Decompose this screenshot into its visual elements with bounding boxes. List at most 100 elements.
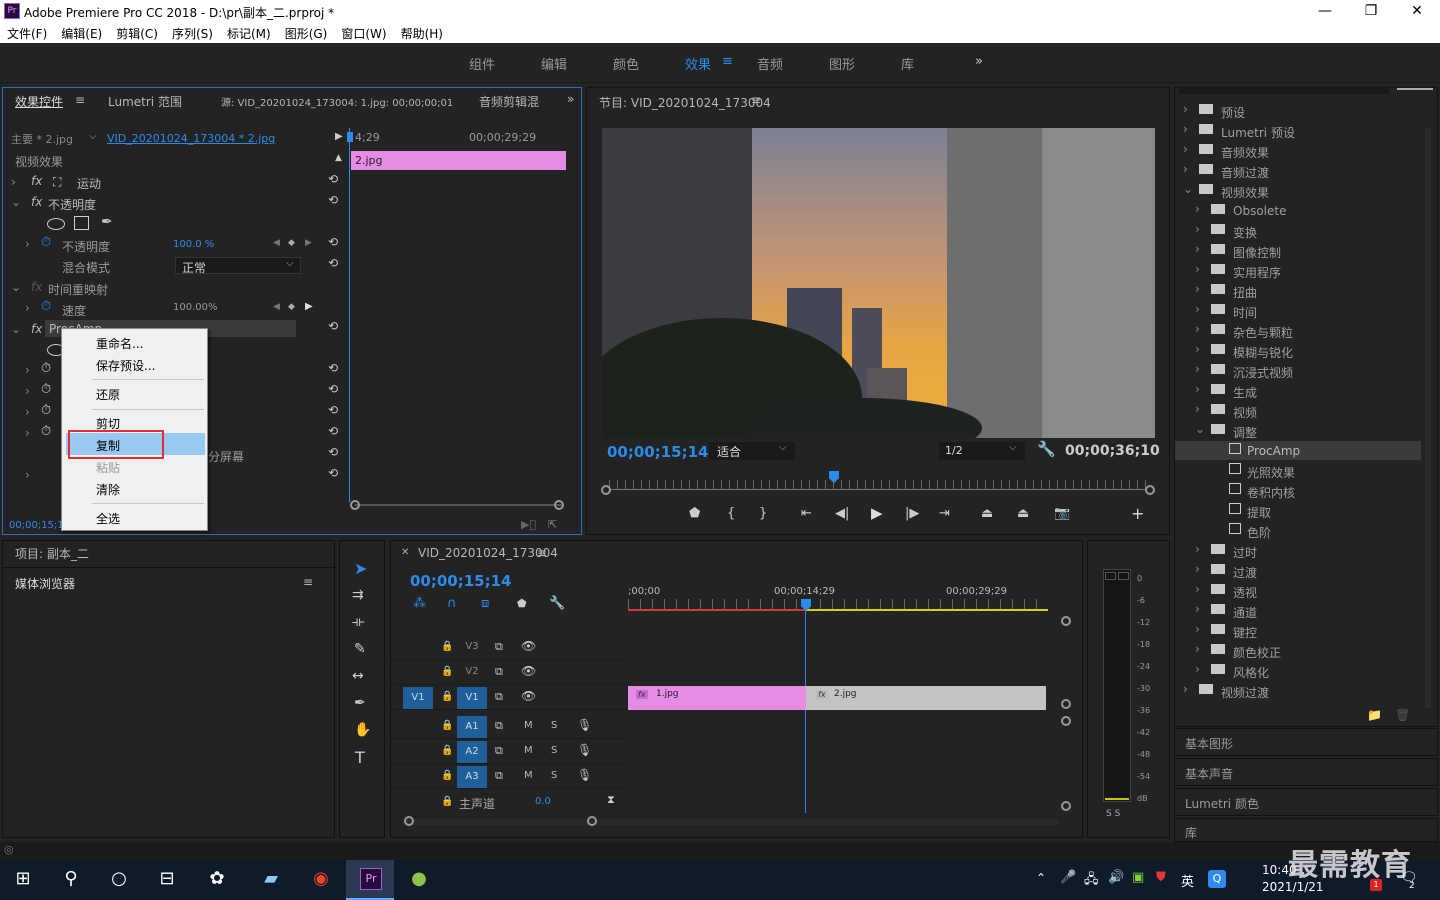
clip-selector[interactable]: VID_20201024_173004 * 2.jpg — [107, 132, 275, 145]
workspace-editing[interactable]: 编辑 — [541, 54, 567, 73]
reset-1-icon[interactable]: ⟲ — [328, 361, 338, 375]
clip-2[interactable]: fx 2.jpg — [806, 686, 1046, 710]
h-scroll-right[interactable] — [587, 816, 597, 826]
nest-toggle-icon[interactable]: ⁂ — [413, 596, 426, 611]
ec-playhead[interactable] — [349, 128, 350, 502]
add-button-icon[interactable]: + — [1131, 504, 1144, 523]
chevron-down-icon[interactable]: ⌄ — [1183, 182, 1193, 196]
blend-mode-select[interactable]: 正常 ⌵ — [175, 257, 301, 275]
opacity-param-chevron-icon[interactable]: › — [25, 237, 30, 251]
effects-tree-item[interactable]: › 音频效果 — [1175, 141, 1421, 160]
effects-tree-item[interactable]: 色阶 — [1175, 521, 1421, 540]
essential-graphics-panel[interactable]: 基本图形 — [1174, 728, 1438, 756]
lock-icon[interactable]: 🔒 — [441, 770, 453, 781]
effects-tree-item[interactable]: › 通道 — [1175, 601, 1421, 620]
maximize-button[interactable]: ❐ — [1348, 0, 1394, 23]
ec-playhead-handle[interactable] — [347, 132, 353, 142]
add-marker-timeline-icon[interactable]: ⬟ — [517, 597, 527, 610]
cortana-icon[interactable]: ○ — [106, 868, 132, 892]
timeline-timecode[interactable]: 00;00;15;14 — [410, 572, 512, 590]
param1-chevron-icon[interactable]: › — [25, 363, 30, 377]
mute-button[interactable]: M — [524, 770, 533, 781]
program-zoom-right[interactable] — [1145, 485, 1155, 495]
effects-tree-item[interactable]: ProcAmp — [1175, 441, 1421, 460]
chevron-right-icon[interactable]: › — [1195, 602, 1200, 616]
ec-filter-icon[interactable]: ▶⃠ — [521, 518, 536, 531]
menu-copy[interactable]: 复制 — [96, 437, 120, 454]
chevron-right-icon[interactable]: › — [1195, 382, 1200, 396]
timeline-playhead[interactable] — [805, 607, 806, 813]
ec-zoom-handle-right[interactable] — [554, 500, 564, 510]
effects-tree-item[interactable]: › 模糊与锐化 — [1175, 341, 1421, 360]
delete-icon[interactable]: 🗑 — [1395, 708, 1410, 722]
task-view-icon[interactable]: ⊟ — [154, 868, 180, 892]
chevron-right-icon[interactable]: › — [1195, 662, 1200, 676]
razor-tool-icon[interactable]: ✎ — [354, 641, 366, 657]
effects-tree-item[interactable]: ⌄ 视频效果 — [1175, 181, 1421, 200]
qq-icon[interactable]: Q — [1208, 870, 1226, 888]
program-menu-icon[interactable]: ≡ — [751, 93, 761, 107]
panel-menu-icon[interactable]: ≡ — [75, 93, 85, 107]
speed-next-keyframe-icon[interactable]: ▶ — [305, 301, 313, 312]
effects-tree-item[interactable]: 卷积内核 — [1175, 481, 1421, 500]
sync-lock-icon[interactable]: ⧉ — [495, 640, 503, 654]
chevron-right-icon[interactable]: › — [1195, 282, 1200, 296]
chevron-right-icon[interactable]: › — [1183, 682, 1188, 696]
add-marker-icon[interactable]: ⬟ — [689, 506, 700, 521]
menu-save-preset[interactable]: 保存预设... — [96, 357, 155, 374]
video-frame[interactable] — [602, 128, 1155, 438]
motion-expand-chevron-icon[interactable]: › — [11, 175, 16, 189]
prev-keyframe-icon[interactable]: ◀ — [273, 238, 280, 248]
ellipse-mask-icon[interactable] — [47, 218, 65, 230]
tray-expand-icon[interactable]: ⌃ — [1036, 871, 1046, 885]
program-timecode[interactable]: 00;00;15;14 — [607, 443, 709, 461]
speed-prev-keyframe-icon[interactable]: ◀ — [273, 302, 280, 312]
effects-tree-item[interactable]: › 生成 — [1175, 381, 1421, 400]
lock-icon[interactable]: 🔒 — [441, 641, 453, 652]
effects-tree-item[interactable]: › 过时 — [1175, 541, 1421, 560]
track-label-a1[interactable]: A1 — [457, 716, 487, 738]
chevron-right-icon[interactable]: › — [1195, 242, 1200, 256]
effects-tree-item[interactable]: › 图像控制 — [1175, 241, 1421, 260]
sync-lock-icon[interactable]: ⧉ — [495, 719, 503, 733]
mark-out-icon[interactable]: } — [759, 506, 767, 521]
ec-zoom-scrollbar[interactable] — [355, 504, 563, 506]
h-scrollbar[interactable] — [403, 819, 1059, 825]
stopwatch-opacity-icon[interactable]: ⏱ — [41, 235, 51, 250]
chevron-right-icon[interactable]: › — [1195, 622, 1200, 636]
premiere-taskbar-button[interactable]: Pr — [346, 860, 394, 900]
close-button[interactable]: ✕ — [1394, 0, 1440, 23]
solo-button[interactable]: S — [551, 770, 557, 781]
effects-tree-item[interactable]: › Lumetri 预设 — [1175, 121, 1421, 140]
menu-rename[interactable]: 重命名... — [96, 335, 143, 352]
chevron-right-icon[interactable]: › — [1183, 102, 1188, 116]
master-volume-value[interactable]: 0.0 — [535, 796, 551, 807]
media-browser-tab[interactable]: 媒体浏览器 — [15, 575, 75, 592]
tab-effect-controls[interactable]: 效果控件 — [15, 93, 63, 110]
microphone-icon[interactable]: 🎙 — [577, 768, 592, 782]
microphone-tray-icon[interactable]: 🎤 — [1060, 870, 1076, 885]
microphone-icon[interactable]: 🎙 — [577, 743, 592, 757]
step-forward-icon[interactable]: |▶ — [905, 506, 919, 521]
pen-tool-icon[interactable]: ✒ — [354, 695, 366, 711]
procamp-chevron-icon[interactable]: ⌄ — [11, 322, 21, 336]
chevron-right-icon[interactable]: › — [1195, 642, 1200, 656]
type-tool-icon[interactable]: T — [355, 748, 365, 767]
meter-clip-right[interactable] — [1118, 572, 1129, 580]
reset-opacity-icon[interactable]: ⟲ — [328, 193, 338, 207]
project-title[interactable]: 项目: 副本_二 — [15, 545, 89, 562]
time-remap-chevron-icon[interactable]: ⌄ — [11, 280, 21, 294]
wrench-icon[interactable]: 🔧 — [1037, 440, 1056, 458]
linked-selection-icon[interactable]: ⧈ — [481, 596, 489, 611]
timeline-ruler[interactable] — [628, 599, 1048, 609]
step-back-icon[interactable]: ◀| — [835, 506, 849, 521]
libraries-panel[interactable]: 库 — [1174, 818, 1438, 842]
input-language[interactable]: 英 — [1181, 871, 1194, 890]
fx-opacity-icon[interactable]: fx — [31, 195, 42, 209]
quality-select[interactable]: 1/2 ⌵ — [939, 442, 1025, 460]
lift-icon[interactable]: ⏏ — [981, 506, 993, 521]
effects-tree-item[interactable]: › 音频过渡 — [1175, 161, 1421, 180]
menu-help[interactable]: 帮助(H) — [394, 23, 450, 44]
stopwatch-4-icon[interactable]: ⏱ — [41, 424, 51, 439]
effects-tree-item[interactable]: 光照效果 — [1175, 461, 1421, 480]
